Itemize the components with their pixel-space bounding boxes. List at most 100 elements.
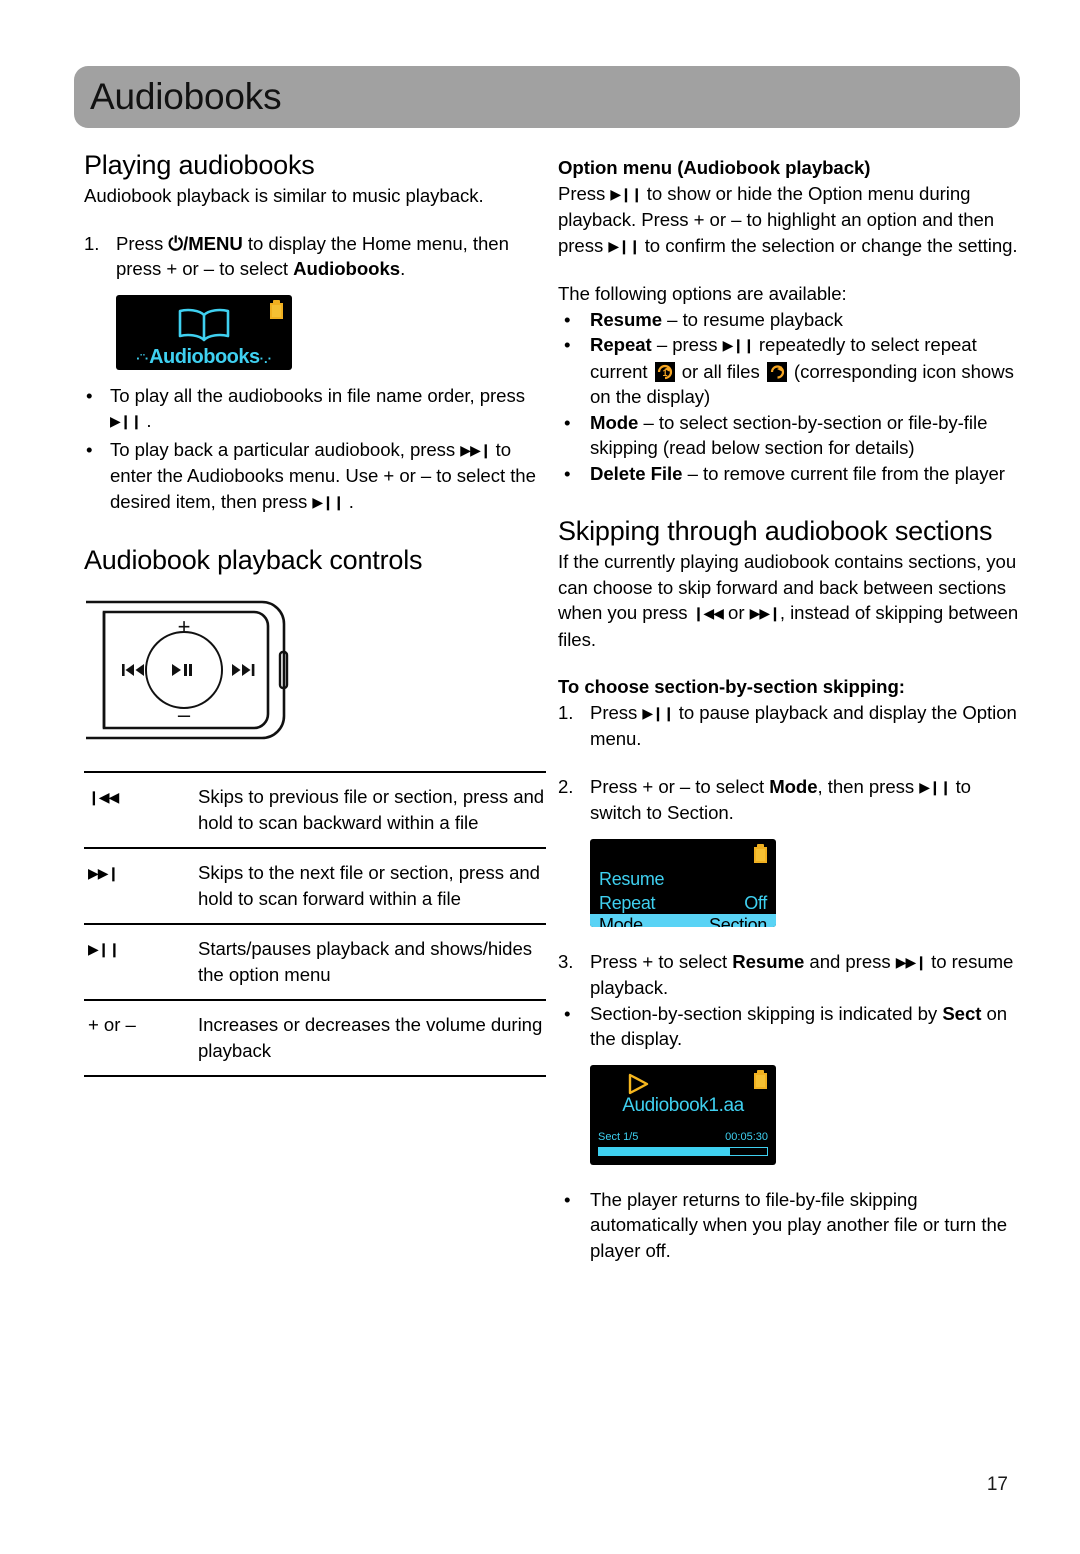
bullet-pp-text-a: To play back a particular audiobook, pre…: [110, 438, 461, 460]
play-pause-icon: ▶❙❙: [722, 337, 755, 353]
skip-step-2-text: Press + or – to select Mode, then press …: [590, 774, 1020, 826]
device-screen-option-menu: Resume Repeat Off Mode Section: [590, 838, 776, 927]
s2-bold: Mode: [769, 775, 818, 797]
bullet-play-all-text-a: To play all the audiobooks in file name …: [110, 384, 525, 406]
bullet-play-particular: • To play back a particular audiobook, p…: [84, 437, 546, 516]
omp-text-c: to confirm the selection or change the s…: [639, 234, 1018, 256]
battery-icon: [754, 843, 767, 863]
option-mode-label: Mode: [590, 411, 639, 433]
skipping-paragraph: If the currently playing audiobook conta…: [558, 549, 1020, 652]
playback-section-indicator: Sect 1/5: [598, 1130, 639, 1143]
home-screen-label-text: Audiobooks: [149, 345, 260, 368]
decoration-dots-left: ·¨·: [136, 350, 150, 366]
repeat-one-icon: 1: [654, 361, 675, 382]
option-row-label: Mode: [599, 915, 643, 927]
play-pause-icon: ▶❙❙: [919, 778, 951, 795]
control-description: Increases or decreases the volume during…: [198, 999, 546, 1078]
control-description: Skips to the next file or section, press…: [198, 847, 546, 925]
left-column: Playing audiobooks Audiobook playback is…: [84, 150, 546, 1078]
page-number: 17: [986, 1474, 1008, 1495]
step-marker: 1.: [558, 701, 574, 723]
option-resume-text: Resume – to resume playback: [590, 307, 1020, 333]
right-column: Option menu (Audiobook playback) Press ▶…: [558, 155, 1020, 1263]
step-1-text-a: Press: [116, 232, 169, 254]
decoration-dots-right: ·.·: [259, 350, 272, 366]
page-header-bar: Audiobooks: [74, 66, 1020, 128]
bullet-pp-text-c: .: [343, 490, 354, 512]
available-options-intro: The following options are available:: [558, 283, 847, 304]
bullet-auto-return-text: The player returns to file-by-file skipp…: [590, 1188, 1008, 1261]
option-resume-desc: – to resume playback: [662, 308, 843, 330]
option-delete-file-desc: – to remove current file from the player: [682, 462, 1005, 484]
option-row-label: Repeat: [599, 892, 656, 913]
option-repeat-a: – press: [651, 334, 723, 355]
option-mode-text: Mode – to select section-by-section or f…: [590, 410, 1020, 461]
skip-step-1-text: Press ▶❙❙ to pause playback and display …: [590, 700, 1020, 752]
option-repeat-d: (corresponding icon shows on the display…: [590, 360, 1014, 408]
bullet-auto-return: • The player returns to file-by-file ski…: [558, 1187, 1020, 1264]
table-row: ▶❙❙ Starts/pauses playback and shows/hid…: [84, 923, 546, 1001]
option-row-resume[interactable]: Resume: [590, 867, 776, 892]
bullet-play-all: • To play all the audiobooks in file nam…: [84, 383, 546, 435]
table-row: + or – Increases or decreases the volume…: [84, 999, 546, 1078]
section-title-playback-controls: Audiobook playback controls: [84, 545, 423, 576]
option-row-mode-selected[interactable]: Mode Section: [590, 913, 776, 927]
omp-text-a: Press: [558, 182, 611, 204]
next-track-icon: ▶▶❙: [460, 441, 491, 458]
bullet-sect-text: Section-by-section skipping is indicated…: [590, 1001, 1020, 1052]
bullet-marker: •: [564, 1002, 571, 1024]
control-description: Starts/pauses playback and shows/hides t…: [198, 923, 546, 1001]
step-1-marker: 1.: [84, 232, 100, 254]
battery-icon: [270, 299, 283, 319]
option-repeat-text: Repeat – press ▶❙❙ repeatedly to select …: [590, 332, 1020, 410]
svg-text:–: –: [178, 702, 191, 727]
next-track-icon: ▶▶❙: [895, 953, 927, 970]
option-delete-file: • Delete File – to remove current file f…: [558, 461, 1020, 487]
bullet-marker: •: [564, 462, 571, 484]
step-1: 1. Press ⏻/MENU to display the Home menu…: [84, 231, 546, 282]
table-row: ❙◀◀ Skips to previous file or section, p…: [84, 771, 546, 849]
battery-icon: [754, 1069, 767, 1089]
playback-time: 00:05:30: [725, 1130, 768, 1143]
bullet-marker: •: [564, 308, 571, 330]
option-resume: • Resume – to resume playback: [558, 307, 1020, 333]
page-title: Audiobooks: [90, 76, 282, 117]
option-repeat-label: Repeat: [590, 334, 652, 355]
section-title-playing-audiobooks: Playing audiobooks: [84, 150, 315, 180]
step-marker: 2.: [558, 775, 574, 797]
playback-progress-bar[interactable]: [598, 1146, 768, 1156]
s2-b: , then press: [817, 775, 920, 797]
open-book-icon: [175, 307, 233, 348]
section-title-skipping: Skipping through audiobook sections: [558, 516, 993, 546]
next-track-icon: ▶▶❙: [84, 847, 198, 925]
option-menu-heading: Option menu (Audiobook playback): [558, 157, 871, 178]
play-pause-glyph: ▶❙❙: [88, 941, 120, 958]
bullet-marker: •: [564, 1188, 571, 1210]
play-pause-icon: ▶❙❙: [312, 493, 344, 510]
skip-step-1: 1. Press ▶❙❙ to pause playback and displ…: [558, 700, 1020, 752]
option-repeat: • Repeat – press ▶❙❙ repeatedly to selec…: [558, 332, 1020, 410]
option-menu-paragraph: Press ▶❙❙ to show or hide the Option men…: [558, 181, 1020, 260]
option-mode-desc: – to select section-by-section or file-b…: [590, 411, 988, 459]
bullet-sect-indicator: • Section-by-section skipping is indicat…: [558, 1001, 1020, 1052]
previous-track-glyph: ❙◀◀: [88, 789, 119, 806]
svg-text:1: 1: [662, 368, 667, 378]
option-mode: • Mode – to select section-by-section or…: [558, 410, 1020, 461]
previous-track-icon: ❙◀◀: [692, 605, 724, 622]
play-pause-icon: ▶❙❙: [608, 237, 640, 254]
s3-b: and press: [804, 950, 896, 972]
skip-step-3-text: Press + to select Resume and press ▶▶❙ t…: [590, 949, 1020, 1001]
table-row: ▶▶❙ Skips to the next file or section, p…: [84, 847, 546, 925]
step-1-bold-target: Audiobooks: [293, 258, 401, 280]
step-1-text: Press ⏻/MENU to display the Home menu, t…: [116, 231, 546, 282]
choose-section-heading: To choose section-by-section skipping:: [558, 676, 905, 698]
playback-track-name: Audiobook1.aa: [622, 1094, 744, 1116]
option-row-repeat[interactable]: Repeat Off: [590, 891, 776, 916]
svg-text:+: +: [178, 614, 191, 639]
bullet-play-particular-text: To play back a particular audiobook, pre…: [110, 437, 546, 516]
playback-progress-fill: [599, 1147, 731, 1155]
volume-keys: + or –: [84, 999, 198, 1078]
step-1-menu-label: /MENU: [183, 232, 243, 254]
bullet-marker: •: [564, 334, 571, 355]
control-description: Skips to previous file or section, press…: [198, 771, 546, 849]
